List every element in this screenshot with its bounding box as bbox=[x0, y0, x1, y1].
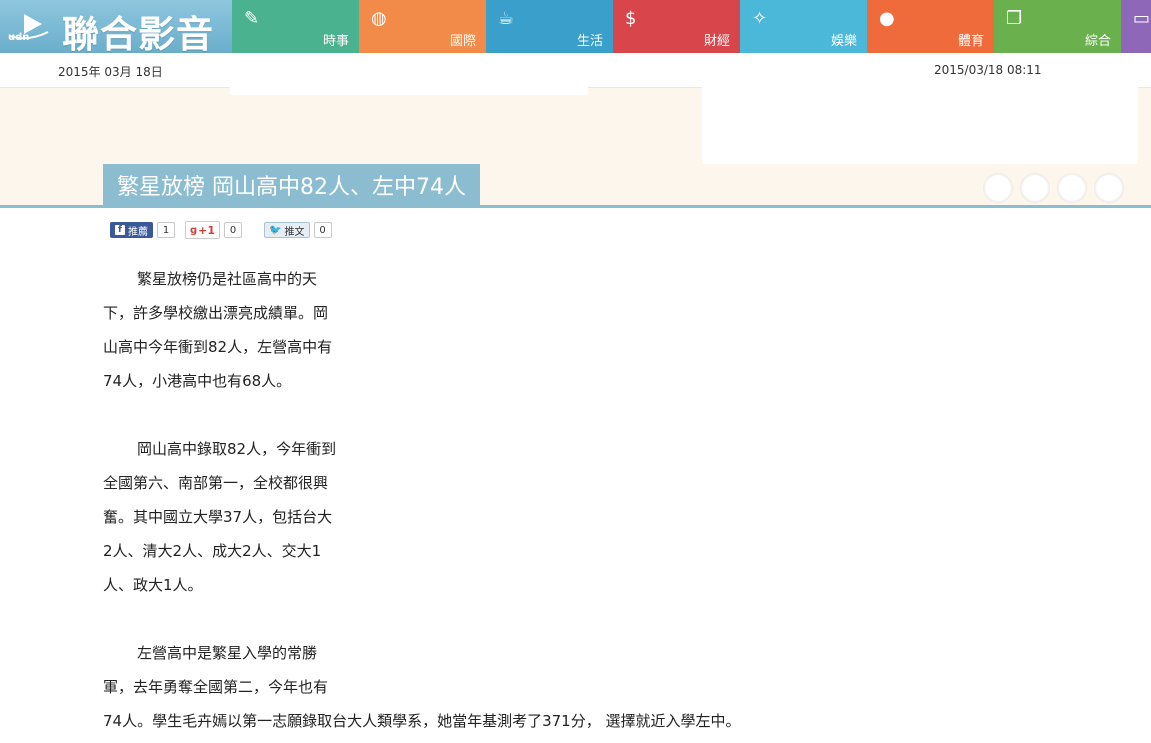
nav-item-label: 時事 bbox=[322, 34, 349, 49]
nav-item-label: 娛樂 bbox=[830, 34, 857, 49]
google-plus-badge: g +1 bbox=[185, 221, 221, 239]
tweet-count: 0 bbox=[313, 222, 332, 238]
article-line: 2人、清大2人、成大2人、交大1 bbox=[103, 542, 322, 560]
title-rule bbox=[0, 205, 1151, 208]
article-line: 74人。學生毛卉嫣以第一志願錄取台大人類學系，她當年基測考了371分， 選擇就近… bbox=[103, 712, 741, 730]
coffee-icon: ☕ bbox=[498, 8, 515, 29]
tv-icon: ▭ bbox=[1133, 8, 1151, 29]
article-title: 繁星放榜 岡山高中82人、左中74人 bbox=[117, 175, 466, 200]
page-date: 2015年 03月 18日 bbox=[58, 65, 163, 79]
nav-item-3[interactable]: $ 財經 bbox=[613, 0, 740, 53]
nav-item-7[interactable]: ▭ bbox=[1121, 0, 1151, 53]
article-line: 下，許多學校繳出漂亮成績單。岡 bbox=[103, 304, 329, 322]
article-line: 軍，去年勇奪全國第二，今年也有 bbox=[103, 678, 329, 696]
google-plus-button[interactable]: g +1 0 bbox=[185, 221, 243, 239]
article-body: 繁星放榜仍是社區高中的天下，許多學校繳出漂亮成績單。岡 山高中今年衝到82人，左營… bbox=[103, 262, 741, 738]
facebook-like-badge: f 推薦 bbox=[110, 222, 153, 238]
tweet-label: 推文 bbox=[284, 226, 305, 238]
ad-slot-top bbox=[230, 53, 588, 95]
article-tools bbox=[983, 173, 1124, 203]
entertainment-icon: ✧ bbox=[752, 8, 768, 29]
google-plus-label: +1 bbox=[198, 223, 216, 237]
nav-item-label: 國際 bbox=[449, 34, 476, 49]
nav-item-0[interactable]: ✎ 時事 bbox=[232, 0, 359, 53]
nav-item-1[interactable]: ◍ 國際 bbox=[359, 0, 486, 53]
facebook-like-count: 1 bbox=[157, 222, 175, 238]
site-logo[interactable]: udn 聯合影音 bbox=[0, 0, 232, 56]
layers-icon: ❐ bbox=[1006, 8, 1023, 29]
dollar-icon: $ bbox=[625, 8, 637, 29]
news-icon: ✎ bbox=[244, 8, 260, 29]
article-timestamp: 2015/03/18 08:11 bbox=[934, 63, 1042, 77]
tweet-button[interactable]: 🐦 推文 0 bbox=[264, 222, 332, 238]
ad-slot-right bbox=[702, 80, 1138, 164]
tweet-badge: 🐦 推文 bbox=[264, 222, 310, 238]
nav-item-6[interactable]: ❐ 綜合 bbox=[994, 0, 1121, 53]
article-line: 左營高中是繁星入學的常勝 bbox=[137, 644, 318, 662]
tool-button-3[interactable] bbox=[1057, 173, 1087, 203]
facebook-like-button[interactable]: f 推薦 1 bbox=[110, 222, 175, 238]
social-share-bar: f 推薦 1 g +1 0 🐦 推文 0 bbox=[110, 221, 332, 239]
tool-button-1[interactable] bbox=[983, 173, 1013, 203]
nav-item-2[interactable]: ☕ 生活 bbox=[486, 0, 613, 53]
nav-item-4[interactable]: ✧ 娛樂 bbox=[740, 0, 867, 53]
globe-icon: ◍ bbox=[371, 8, 387, 29]
google-plus-icon: g bbox=[190, 224, 198, 236]
tool-button-2[interactable] bbox=[1020, 173, 1050, 203]
udn-logo-text: udn bbox=[8, 32, 30, 43]
facebook-icon: f bbox=[115, 225, 125, 235]
nav-item-5[interactable]: ● 體育 bbox=[867, 0, 994, 53]
brand-title: 聯合影音 bbox=[62, 13, 214, 56]
twitter-icon: 🐦 bbox=[269, 224, 282, 236]
nav-item-label: 綜合 bbox=[1084, 34, 1111, 49]
facebook-like-label: 推薦 bbox=[128, 226, 148, 238]
nav-item-label: 財經 bbox=[703, 34, 730, 49]
article-line: 人、政大1人。 bbox=[103, 576, 203, 594]
article-line: 岡山高中錄取82人，今年衝到 bbox=[137, 440, 337, 458]
google-plus-count: 0 bbox=[224, 222, 243, 238]
sports-icon: ● bbox=[879, 8, 895, 29]
article-title-box: 繁星放榜 岡山高中82人、左中74人 bbox=[103, 164, 480, 206]
article-line: 全國第六、南部第一，全校都很興 bbox=[103, 474, 329, 492]
article-line: 山高中今年衝到82人，左營高中有 bbox=[103, 338, 333, 356]
nav-item-label: 體育 bbox=[957, 34, 984, 49]
category-nav: ✎ 時事 ◍ 國際 ☕ 生活 $ 財經 ✧ 娛樂 ● 體育 ❐ 綜合 ▭ bbox=[232, 0, 1151, 53]
tool-button-4[interactable] bbox=[1094, 173, 1124, 203]
nav-item-label: 生活 bbox=[576, 34, 603, 49]
article-line: 74人，小港高中也有68人。 bbox=[103, 372, 292, 390]
top-navigation-bar: udn 聯合影音 ✎ 時事 ◍ 國際 ☕ 生活 $ 財經 ✧ 娛樂 ● 體育 ❐ 綜合 ▭ bbox=[0, 0, 1151, 56]
article-line: 繁星放榜仍是社區高中的天 bbox=[137, 270, 318, 288]
article-line: 奮。其中國立大學37人，包括台大 bbox=[103, 508, 333, 526]
